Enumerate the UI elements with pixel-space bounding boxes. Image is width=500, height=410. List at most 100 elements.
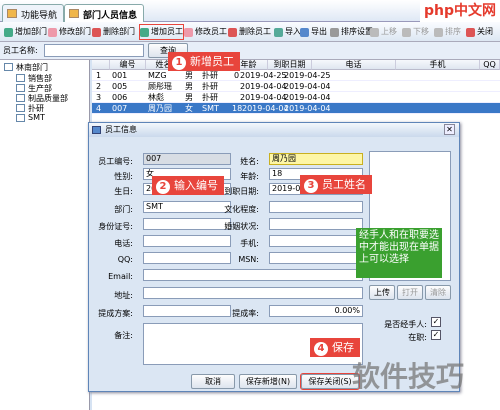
search-label: 员工名称:: [3, 46, 38, 55]
edu-label: 文化程度:: [224, 205, 259, 214]
upload-button[interactable]: 上传: [369, 285, 395, 300]
email-field[interactable]: [143, 269, 363, 281]
dept-label: 部门:: [114, 205, 133, 214]
column-header[interactable]: 到职日期: [268, 60, 312, 70]
export-button[interactable]: 导出: [300, 25, 327, 39]
site-logo: php中文网: [420, 0, 500, 22]
callout-save: 4 保存: [310, 338, 360, 357]
save-new-button[interactable]: 保存新增(N): [239, 374, 297, 389]
mobile-field[interactable]: [269, 235, 363, 247]
table-row[interactable]: 1 001 MZG 男扑研 0 2019-04-25 2019-04-25: [92, 70, 500, 81]
sort-icon: [330, 28, 339, 37]
search-input[interactable]: [44, 44, 144, 57]
callout-employee-name: 3 员工姓名: [300, 175, 372, 194]
commission-label: 提成方案:: [98, 309, 133, 318]
marital-field[interactable]: [269, 218, 363, 230]
mobile-label: 手机:: [240, 239, 259, 248]
tip-note: 经手人和在职要选中才能出现在单据上可以选择: [356, 228, 442, 278]
export-icon: [300, 28, 309, 37]
import-icon: [274, 28, 283, 37]
cancel-button[interactable]: 取消: [191, 374, 235, 389]
table-row-selected[interactable]: 4 007 周乃园女 SMT 18 2019-04-04 2019-04-04: [92, 103, 500, 114]
join-label: 到职日期:: [224, 187, 259, 196]
edit-icon: [48, 28, 57, 37]
move-up-button[interactable]: 上移: [370, 25, 397, 39]
add-dept-button[interactable]: 增加部门: [4, 25, 47, 39]
folder-icon: [16, 94, 25, 102]
folder-icon: [69, 9, 79, 18]
folder-icon: [16, 84, 25, 92]
dept-field[interactable]: SMT: [143, 201, 231, 213]
age-label: 年龄:: [240, 172, 259, 181]
user-icon: [92, 126, 101, 134]
is-handler-checkbox[interactable]: ✓: [431, 317, 441, 327]
dept-tree: 林南部门 销售部 生产部 制品质量部 扑研 SMT: [0, 60, 90, 410]
delete-user-icon: [228, 28, 237, 37]
commission-field[interactable]: [143, 305, 231, 317]
id-field[interactable]: [143, 218, 231, 230]
tree-item[interactable]: SMT: [16, 113, 45, 122]
status-checkbox[interactable]: ✓: [431, 330, 441, 340]
column-header[interactable]: 电话: [312, 60, 396, 70]
marital-label: 婚姻状况:: [224, 222, 259, 231]
column-header[interactable]: 编号: [110, 60, 146, 70]
sex-label: 性别:: [114, 172, 133, 181]
folder-icon: [7, 9, 17, 18]
tab-navigation[interactable]: 功能导航: [2, 4, 65, 22]
delete-dept-button[interactable]: 删除部门: [92, 25, 135, 39]
address-label: 地址:: [114, 291, 133, 300]
birth-label: 生日:: [114, 187, 133, 196]
edit-dept-button[interactable]: 修改部门: [48, 25, 91, 39]
column-header: [92, 60, 110, 70]
close-icon[interactable]: ✕: [444, 124, 455, 135]
name-label: 姓名:: [240, 157, 259, 166]
name-field[interactable]: 周乃园: [269, 153, 363, 165]
commission-rate-field[interactable]: 0.00%: [269, 305, 363, 317]
emp-no-label: 员工编号:: [98, 157, 133, 166]
add-employee-button[interactable]: 增加员工: [139, 24, 184, 40]
is-handler-label: 是否经手人:: [384, 320, 427, 329]
callout-enter-number: 2 输入编号: [152, 176, 224, 195]
email-label: Email:: [108, 272, 133, 281]
up-arrow-icon: [370, 28, 379, 37]
column-header[interactable]: 手机: [396, 60, 480, 70]
save-close-button[interactable]: 保存关闭(S): [300, 373, 360, 390]
sort-button[interactable]: 排序: [434, 25, 461, 39]
emp-no-field[interactable]: 007: [143, 153, 231, 165]
msn-field[interactable]: [269, 252, 363, 264]
delete-icon: [92, 28, 101, 37]
status-label: 在职:: [408, 333, 427, 342]
msn-label: MSN:: [238, 255, 259, 264]
tab-dept-staff[interactable]: 部门人员信息: [64, 4, 145, 22]
table-row[interactable]: 3 006 林彪男扑研 2019-04-04 2019-04-04: [92, 92, 500, 103]
folder-icon: [4, 63, 13, 71]
column-header[interactable]: QQ: [480, 60, 500, 70]
add-icon: [4, 28, 13, 37]
close-button[interactable]: 关闭: [466, 25, 493, 39]
sort-icon: [434, 28, 443, 37]
watermark-text: 软件技巧: [352, 360, 465, 393]
address-field[interactable]: [143, 287, 363, 299]
delete-employee-button[interactable]: 删除员工: [228, 25, 271, 39]
sort-settings-button[interactable]: 排序设置: [330, 25, 373, 39]
import-button[interactable]: 导入: [274, 25, 301, 39]
edit-user-icon: [184, 28, 193, 37]
move-down-button[interactable]: 下移: [402, 25, 429, 39]
dialog-title: 员工信息 ✕: [89, 123, 459, 137]
qq-label: QQ:: [117, 255, 133, 264]
phone-label: 电话:: [114, 239, 133, 248]
down-arrow-icon: [402, 28, 411, 37]
folder-icon: [16, 74, 25, 82]
edit-employee-button[interactable]: 修改员工: [184, 25, 227, 39]
commission-rate-label: 提成率:: [232, 309, 259, 318]
tree-root[interactable]: 林南部门: [4, 62, 48, 73]
qq-field[interactable]: [143, 252, 231, 264]
note-label: 备注:: [114, 331, 133, 340]
phone-field[interactable]: [143, 235, 231, 247]
add-user-icon: [140, 28, 149, 37]
clear-button[interactable]: 清除: [425, 285, 451, 300]
table-row[interactable]: 2 005 顾彤瑶男扑研 2019-04-04 2019-04-04: [92, 81, 500, 92]
open-button[interactable]: 打开: [397, 285, 423, 300]
edu-field[interactable]: [269, 201, 363, 213]
folder-icon: [16, 104, 25, 112]
